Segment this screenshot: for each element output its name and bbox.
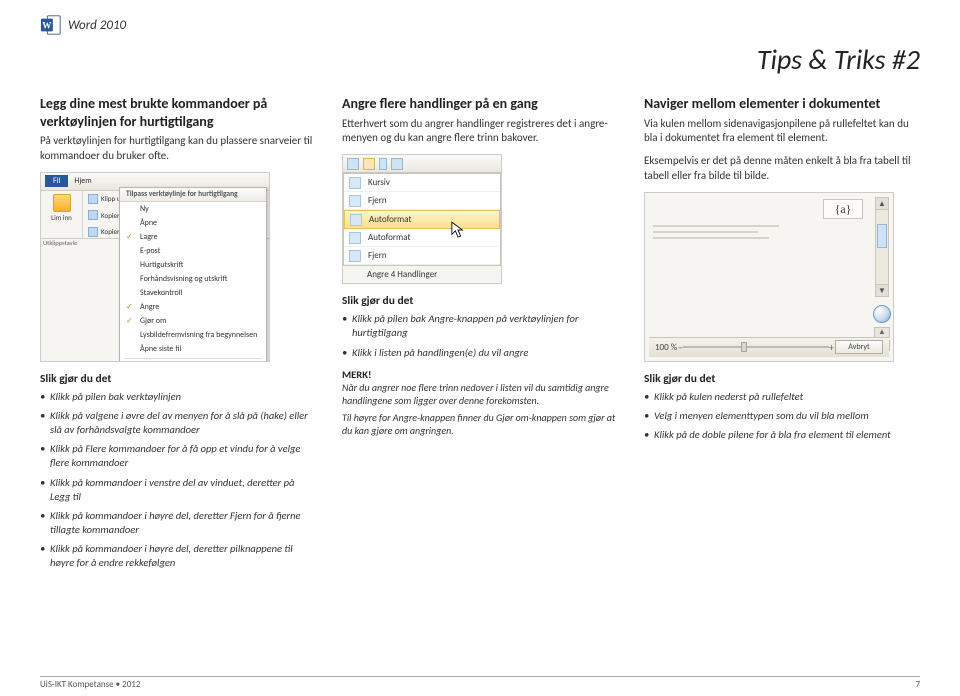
ribbon-tab-home[interactable]: Hjem: [74, 176, 91, 186]
step-item: Klikk på de doble pilene for å bla fra e…: [644, 428, 920, 442]
action-icon: [350, 214, 362, 226]
paste-icon: [53, 194, 71, 212]
col1-lead: På verktøylinjen for hurtigtilgang kan d…: [40, 134, 316, 164]
page-footer: UiS-IKT Kompetanse • 2012 7: [40, 679, 920, 690]
undo-history-item[interactable]: Fjern: [344, 247, 500, 265]
qat-customize-menu: Tilpass verktøylinje for hurtigtilgang N…: [119, 187, 267, 362]
copy-label: Kopier: [101, 211, 119, 220]
page-title: Tips & Triks #2: [40, 42, 920, 77]
undo-icon[interactable]: [363, 158, 375, 170]
col2-note-heading: MERK!: [342, 368, 618, 381]
col3-howto-label: Slik gjør du det: [644, 372, 920, 386]
undo-item-label: Fjern: [368, 195, 387, 206]
footer-page-number: 7: [915, 679, 920, 690]
redo-icon[interactable]: [391, 158, 403, 170]
qat-menu-item[interactable]: Hurtigutskrift: [120, 258, 266, 272]
action-icon: [349, 177, 361, 189]
vertical-scrollbar[interactable]: ▲ ▼: [875, 197, 889, 297]
action-icon: [349, 232, 361, 244]
copy-icon: [88, 210, 98, 220]
step-item: Velg i menyen elementtypen som du vil bl…: [644, 409, 920, 423]
section-undo-multiple: Angre flere handlinger på en gang Etterh…: [342, 95, 618, 576]
qat-menu-title: Tilpass verktøylinje for hurtigtilgang: [120, 188, 266, 202]
action-icon: [349, 250, 361, 262]
qat-menu-items: NyÅpneLagreE-postHurtigutskriftForhåndsv…: [120, 202, 266, 356]
scroll-thumb[interactable]: [877, 224, 887, 248]
scroll-up-arrow[interactable]: ▲: [876, 198, 888, 210]
qat-menu-item[interactable]: Lagre: [120, 230, 266, 244]
brush-label: Kopier: [101, 227, 119, 236]
undo-history-item[interactable]: Kursiv: [344, 174, 500, 192]
qat-menu-item[interactable]: E-post: [120, 244, 266, 258]
undo-history-item[interactable]: Fjern: [344, 192, 500, 210]
undo-history-list: Kursiv Fjern Autoformat Autoformat Fjern: [343, 173, 501, 266]
col2-steps: Klikk på pilen bak Angre-knappen på verk…: [342, 312, 618, 360]
step-item: Klikk på kommandoer i høyre del, derette…: [40, 509, 316, 537]
col3-body-2: Eksempelvis er det på denne måten enkelt…: [644, 154, 920, 184]
col3-steps: Klikk på kulen nederst på rullefeltet Vel…: [644, 390, 920, 443]
qat-menu-item[interactable]: Lysbildefremvisning fra begynnelsen: [120, 328, 266, 342]
zoom-level-label: 100 %: [655, 342, 677, 353]
qat-menu-item[interactable]: Gjør om: [120, 314, 266, 328]
step-item: Klikk på pilen bak verktøylinjen: [40, 390, 316, 404]
save-icon[interactable]: [347, 158, 359, 170]
col2-note-2: Til høyre for Angre-knappen finner du Gj…: [342, 411, 618, 437]
section-quick-access-toolbar: Legg dine mest brukte kommandoer på verk…: [40, 95, 316, 576]
undo-item-label: Autoformat: [369, 214, 411, 225]
paste-button[interactable]: Lim inn: [46, 194, 77, 222]
col2-note-1: Når du angrer noe flere trinn nedover i …: [342, 381, 618, 407]
section-navigate-elements: Naviger mellom elementer i dokumentet Vi…: [644, 95, 920, 576]
col2-lead: Etterhvert som du angrer handlinger regi…: [342, 117, 618, 147]
undo-item-label: Fjern: [368, 250, 387, 261]
document-body-placeholder: [653, 225, 863, 243]
cancel-button[interactable]: Avbryt: [835, 340, 883, 354]
ribbon-tab-file[interactable]: Fil: [45, 175, 68, 187]
undo-history-item[interactable]: Autoformat: [344, 210, 500, 229]
undo-history-item[interactable]: Autoformat: [344, 229, 500, 247]
step-item: Klikk på kulen nederst på rullefeltet: [644, 390, 920, 404]
step-item: Klikk i listen på handlingen(e) du vil a…: [342, 346, 618, 360]
qat-menu-item[interactable]: Åpne siste fil: [120, 342, 266, 356]
col2-heading: Angre flere handlinger på en gang: [342, 95, 618, 113]
qat-menu-item[interactable]: Angre: [120, 300, 266, 314]
page-header: W Word 2010: [40, 14, 920, 36]
col1-heading: Legg dine mest brukte kommandoer på verk…: [40, 95, 316, 130]
step-item: Klikk på kommandoer i høyre del, derette…: [40, 542, 316, 570]
action-icon: [349, 195, 361, 207]
col3-heading: Naviger mellom elementer i dokumentet: [644, 95, 920, 113]
qat-more-commands[interactable]: Flere kommandoer…: [120, 361, 266, 362]
qat-menu-item[interactable]: Åpne: [120, 216, 266, 230]
step-item: Klikk på pilen bak Angre-knappen på verk…: [342, 312, 618, 340]
undo-item-label: Autoformat: [368, 232, 410, 243]
field-braces-sample: {a}: [823, 199, 863, 219]
qat-menu-item[interactable]: Forhåndsvisning og utskrift: [120, 272, 266, 286]
step-item: Klikk på kommandoer i venstre del av vin…: [40, 476, 316, 504]
paste-label: Lim inn: [51, 213, 72, 222]
col2-howto-label: Slik gjør du det: [342, 294, 618, 308]
scissors-icon: [88, 194, 98, 204]
col3-body-1: Via kulen mellom sidenavigasjonpilene på…: [644, 117, 920, 147]
qat-menu-item[interactable]: Stavekontroll: [120, 286, 266, 300]
col1-howto-label: Slik gjør du det: [40, 372, 316, 386]
undo-item-label: Kursiv: [368, 177, 390, 188]
word-app-icon: W: [40, 14, 62, 36]
app-name: Word 2010: [68, 18, 126, 33]
brush-icon: [88, 227, 98, 237]
screenshot-undo-menu: Kursiv Fjern Autoformat Autoformat Fjern Ang…: [342, 154, 502, 284]
scroll-down-arrow[interactable]: ▼: [876, 284, 888, 296]
qat-menu-item[interactable]: Ny: [120, 202, 266, 216]
screenshot-browse-object: {a} ▲ ▼ ▲ ▼ 100 % − + Avbryt: [644, 192, 894, 362]
screenshot-qat-dropdown: Fil Hjem Lim inn Klipp ut Kopier Kopier …: [40, 172, 270, 362]
footer-left: UiS-IKT Kompetanse • 2012: [40, 679, 140, 690]
step-item: Klikk på valgene i øvre del av menyen fo…: [40, 409, 316, 437]
select-browse-object-button[interactable]: [873, 305, 891, 323]
svg-text:W: W: [42, 21, 52, 31]
step-item: Klikk på Flere kommandoer for å få opp e…: [40, 442, 316, 470]
undo-count-label: Angre 4 Handlinger: [343, 266, 501, 283]
col1-steps: Klikk på pilen bak verktøylinjen Klikk på…: [40, 390, 316, 571]
undo-dropdown-arrow[interactable]: [379, 158, 387, 170]
